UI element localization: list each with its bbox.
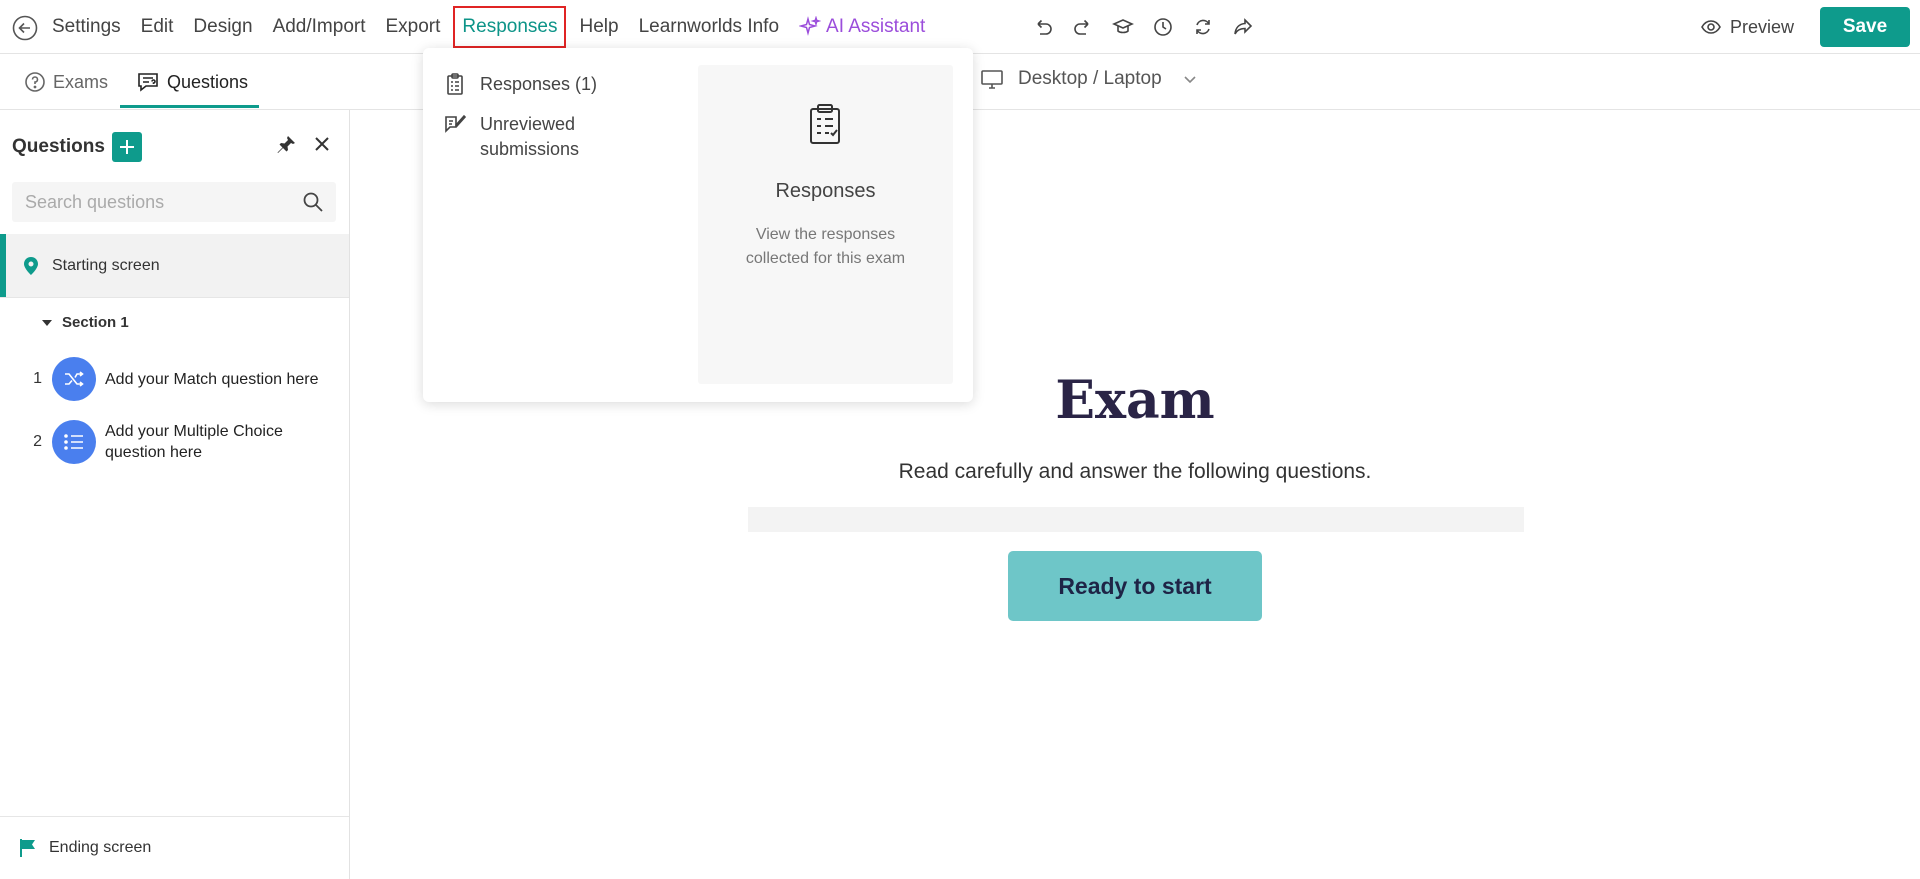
preview-button[interactable]: Preview: [1700, 12, 1794, 42]
review-icon: [445, 114, 467, 133]
device-selector[interactable]: Desktop / Laptop: [980, 68, 1198, 90]
menu-export[interactable]: Export: [386, 15, 441, 39]
question-number: 2: [33, 433, 42, 450]
undo-icon[interactable]: [1030, 14, 1056, 40]
sparkle-icon: [799, 16, 822, 36]
plus-icon: [119, 140, 134, 154]
section-label: Section 1: [62, 314, 129, 331]
search-box: [12, 182, 336, 222]
chevron-down-icon: [1184, 76, 1196, 84]
starting-screen-label: Starting screen: [52, 256, 160, 274]
menu-edit[interactable]: Edit: [141, 15, 174, 39]
exam-subtitle: Read carefully and answer the following …: [898, 460, 1372, 483]
redo-icon[interactable]: [1070, 14, 1096, 40]
clipboard-checklist-icon: [810, 104, 840, 144]
panel-description: View the responses collected for this ex…: [745, 226, 906, 267]
close-icon[interactable]: [312, 134, 332, 159]
sidebar-divider: [0, 297, 349, 298]
history-icon[interactable]: [1150, 14, 1176, 40]
menu-settings[interactable]: Settings: [52, 15, 121, 39]
ending-screen-label: Ending screen: [49, 839, 152, 856]
tab-questions[interactable]: Questions: [136, 55, 248, 109]
starting-screen-item[interactable]: Starting screen: [0, 234, 349, 297]
dropdown-item-label: Responses (1): [480, 74, 598, 94]
device-label: Desktop / Laptop: [1018, 68, 1162, 89]
active-tab-indicator: [120, 105, 259, 108]
tab-exams[interactable]: Exams: [24, 55, 108, 109]
question-item-2[interactable]: 2 Add your Multiple Choice question here: [0, 420, 349, 464]
question-number: 1: [33, 370, 42, 387]
graduation-cap-icon[interactable]: [1110, 14, 1136, 40]
question-item-1[interactable]: 1 Add your Match question here: [0, 357, 349, 401]
save-button[interactable]: Save: [1820, 7, 1910, 47]
caret-down-icon: [42, 319, 52, 326]
eye-icon: [1701, 20, 1721, 34]
question-chat-icon: [138, 73, 158, 92]
preview-label: Preview: [1730, 16, 1795, 37]
share-icon[interactable]: [1230, 14, 1256, 40]
sidebar-header: Questions: [12, 132, 142, 162]
dropdown-item-label: Unreviewed submissions: [480, 114, 580, 159]
search-icon[interactable]: [302, 191, 324, 213]
ai-assistant-label: AI Assistant: [826, 16, 926, 37]
sidebar-title: Questions: [12, 136, 105, 157]
section-header[interactable]: Section 1: [42, 314, 129, 331]
help-circle-icon: [25, 72, 45, 92]
menu-help[interactable]: Help: [579, 15, 618, 39]
toolbar-icons: [1030, 14, 1270, 40]
exam-divider-bar: [748, 507, 1524, 532]
pin-icon[interactable]: [275, 134, 297, 161]
monitor-icon: [981, 70, 1003, 89]
tab-questions-label: Questions: [167, 71, 249, 92]
ending-screen-item[interactable]: Ending screen: [18, 838, 151, 858]
menu-add-import[interactable]: Add/Import: [273, 15, 366, 39]
menu-ai-assistant[interactable]: AI Assistant: [799, 15, 925, 39]
tab-exams-label: Exams: [53, 71, 109, 92]
flag-icon: [20, 839, 35, 857]
search-input[interactable]: [12, 182, 292, 222]
menu-responses[interactable]: Responses: [453, 6, 567, 48]
menu-design[interactable]: Design: [193, 15, 252, 39]
clipboard-icon: [447, 73, 463, 95]
panel-title: Responses: [775, 180, 876, 202]
dropdown-info-panel: Responses View the responses collected f…: [698, 65, 953, 384]
responses-dropdown: Responses (1) Unreviewed submissions Res…: [423, 48, 973, 402]
main-menu: Settings Edit Design Add/Import Export R…: [52, 0, 945, 54]
sub-tabs: Exams Questions: [0, 55, 350, 110]
question-text: Add your Multiple Choice question here: [105, 423, 283, 461]
sidebar-divider: [0, 816, 349, 817]
dropdown-item-responses[interactable]: Responses (1): [443, 72, 597, 97]
shuffle-icon: [52, 357, 96, 401]
location-pin-icon: [24, 256, 38, 275]
top-menu-bar: Settings Edit Design Add/Import Export R…: [0, 0, 1920, 54]
refresh-icon[interactable]: [1190, 14, 1216, 40]
question-text: Add your Match question here: [105, 370, 319, 388]
ready-to-start-button[interactable]: Ready to start: [1008, 551, 1262, 621]
list-icon: [52, 420, 96, 464]
questions-sidebar: Questions Starting screen Section 1 1 Ad…: [0, 110, 350, 879]
back-arrow-icon[interactable]: [12, 15, 38, 41]
add-question-button[interactable]: [111, 132, 142, 162]
menu-learnworlds-info[interactable]: Learnworlds Info: [639, 15, 779, 39]
dropdown-item-unreviewed[interactable]: Unreviewed submissions: [443, 112, 620, 162]
